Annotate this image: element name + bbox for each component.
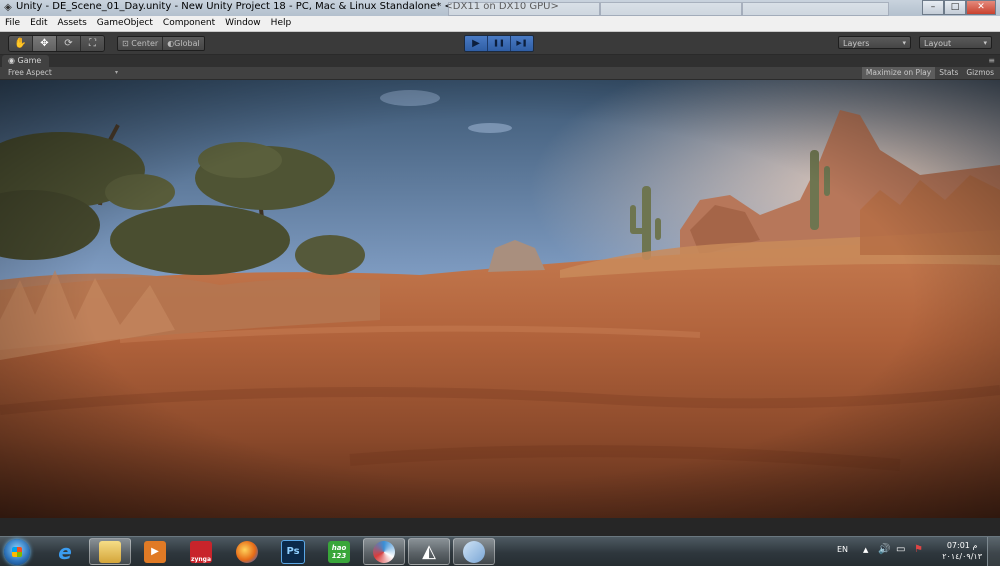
layout-label: Layout	[924, 39, 952, 48]
language-indicator[interactable]: EN	[837, 545, 848, 554]
hao123-icon: hao 123	[328, 540, 350, 563]
windows-logo-icon	[12, 547, 22, 557]
pivot-center-label: Center	[131, 39, 159, 48]
menu-component[interactable]: Component	[158, 16, 220, 31]
taskbar-zynga[interactable]: zynga	[180, 538, 222, 565]
transform-tools: ✋ ✥ ⟳ ⛶	[8, 35, 105, 52]
aspect-dropdown[interactable]: Free Aspect	[8, 67, 52, 79]
panel-tab-bar: ◉ Game ≡	[0, 55, 1000, 67]
menu-bar: File Edit Assets GameObject Component Wi…	[0, 16, 1000, 32]
taskbar-explorer[interactable]	[89, 538, 131, 565]
folder-icon	[99, 540, 121, 563]
editor-bottom-strip	[0, 518, 1000, 536]
taskbar-unity[interactable]: ◭	[408, 538, 450, 565]
clock-time: 07:01 م	[946, 541, 978, 550]
system-clock[interactable]: 07:01 م ٢٠١٤/٠٩/١٣	[942, 540, 982, 562]
window-controls: – □ ✕	[922, 0, 996, 15]
taskbar-media-player[interactable]: ▶	[134, 538, 176, 565]
show-hidden-icons-icon[interactable]: ▲	[863, 546, 868, 554]
pause-button[interactable]: ❚❚	[488, 36, 511, 51]
pivot-global-button[interactable]: ◐Global	[163, 37, 204, 50]
maximize-on-play-toggle[interactable]: Maximize on Play	[861, 67, 936, 79]
window-title-bar: ◈ Unity - DE_Scene_01_Day.unity - New Un…	[0, 0, 1000, 17]
chevron-down-icon: ▾	[115, 69, 119, 76]
layers-label: Layers	[843, 39, 870, 48]
menu-help[interactable]: Help	[266, 16, 297, 31]
layout-dropdown[interactable]: Layout ▾	[919, 36, 992, 49]
taskbar-firefox[interactable]	[226, 538, 268, 565]
pivot-global-label: Global	[174, 39, 200, 48]
minimize-button[interactable]: –	[922, 0, 944, 15]
browser-icon	[373, 540, 395, 563]
gizmos-toggle[interactable]: Gizmos	[962, 67, 998, 79]
stats-toggle[interactable]: Stats	[935, 67, 962, 79]
pivot-icon: ⊡	[122, 39, 132, 48]
pivot-toggles: ⊡ Center ◐Global	[117, 36, 205, 51]
show-desktop-button[interactable]	[987, 537, 1000, 566]
background-window-tab[interactable]	[600, 2, 742, 16]
action-center-flag-icon[interactable]: ⚑	[914, 544, 923, 555]
zynga-icon: zynga	[190, 540, 212, 563]
taskbar-photoshop[interactable]: Ps	[272, 538, 314, 565]
menu-gameobject[interactable]: GameObject	[92, 16, 158, 31]
maximize-button[interactable]: □	[944, 0, 966, 15]
rotate-tool-icon[interactable]: ⟳	[57, 36, 81, 51]
internet-explorer-icon: e	[58, 539, 72, 564]
playback-controls: ▶ ❚❚ ▶❚	[464, 35, 534, 52]
chevron-down-icon: ▾	[983, 39, 987, 47]
menu-window[interactable]: Window	[220, 16, 266, 31]
panel-menu-icon[interactable]: ≡	[988, 55, 995, 67]
hand-tool-icon[interactable]: ✋	[9, 36, 33, 51]
photoshop-icon: Ps	[281, 539, 305, 564]
menu-edit[interactable]: Edit	[25, 16, 52, 31]
step-button[interactable]: ▶❚	[511, 36, 533, 51]
taskbar-ie[interactable]: e	[44, 538, 86, 565]
volume-icon[interactable]: 🔊	[878, 544, 890, 555]
taskbar-hao123[interactable]: hao 123	[318, 538, 360, 565]
tab-game-label: Game	[17, 56, 42, 65]
close-button[interactable]: ✕	[966, 0, 996, 15]
clock-date: ٢٠١٤/٠٩/١٣	[942, 552, 982, 561]
move-tool-icon[interactable]: ✥	[33, 36, 57, 51]
game-view-icon: ◉	[8, 56, 18, 65]
network-icon[interactable]: ▭	[896, 544, 905, 555]
menu-file[interactable]: File	[0, 16, 25, 31]
taskbar-browser[interactable]	[363, 538, 405, 565]
taskbar-paint[interactable]	[453, 538, 495, 565]
vignette-overlay	[0, 80, 1000, 518]
background-window-tab[interactable]	[448, 2, 600, 16]
main-toolbar: ✋ ✥ ⟳ ⛶ ⊡ Center ◐Global ▶ ❚❚ ▶❚ Layers …	[0, 32, 1000, 55]
menu-assets[interactable]: Assets	[53, 16, 92, 31]
game-view-render[interactable]	[0, 80, 1000, 518]
layers-dropdown[interactable]: Layers ▾	[838, 36, 911, 49]
unity-app-icon: ◈	[4, 2, 12, 13]
media-player-icon: ▶	[144, 540, 166, 563]
scale-tool-icon[interactable]: ⛶	[81, 36, 104, 51]
paint-icon	[463, 540, 485, 563]
start-button[interactable]	[4, 539, 30, 565]
chevron-down-icon: ▾	[902, 39, 906, 47]
game-view-toolbar: Free Aspect ▾ Maximize on Play Stats Giz…	[0, 67, 1000, 80]
game-view-options: Maximize on Play Stats Gizmos	[861, 67, 998, 79]
background-window-tab[interactable]	[742, 2, 889, 16]
windows-taskbar: e ▶ zynga Ps hao 123 ◭ EN ▲ 🔊 ▭ ⚑ 07:01 …	[0, 536, 1000, 566]
play-button[interactable]: ▶	[465, 36, 488, 51]
unity-icon: ◭	[422, 541, 436, 562]
tab-game[interactable]: ◉ Game	[2, 55, 50, 67]
firefox-icon	[236, 540, 258, 563]
desert-scene	[0, 80, 1000, 518]
pivot-center-button[interactable]: ⊡ Center	[118, 37, 164, 50]
